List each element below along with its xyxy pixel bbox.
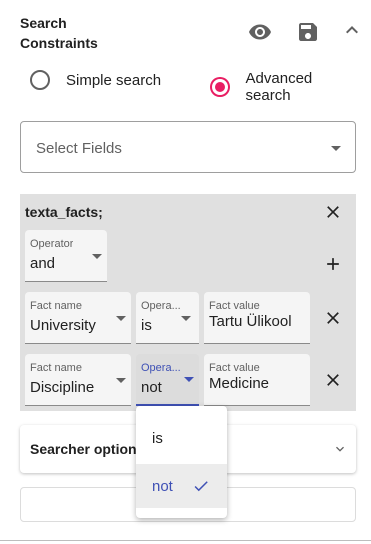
remove-fact-close-icon[interactable] [321, 306, 345, 330]
dropdown-arrow-icon [184, 377, 194, 382]
fact-value-text[interactable]: Tartu Ülikool [209, 313, 292, 330]
menu-option-is[interactable]: is [136, 416, 227, 460]
fact-operator-label: Opera... [141, 300, 181, 312]
operator-label: Operator [30, 238, 74, 250]
searcher-options-title: Searcher options [30, 441, 145, 457]
remove-fact-close-icon[interactable] [321, 368, 345, 392]
fact-value-label: Fact value [209, 362, 260, 374]
panel-title-line2: Constraints [20, 35, 98, 51]
facts-title: texta_facts; [25, 204, 103, 220]
dropdown-arrow-icon [181, 316, 191, 321]
texta-facts-panel: texta_facts; Operator and Fact name Univ… [20, 194, 356, 411]
eye-icon[interactable] [248, 20, 272, 44]
panel-title-line1: Search [20, 15, 67, 31]
dropdown-arrow-icon [116, 316, 126, 321]
remove-facts-close-icon[interactable] [321, 200, 345, 224]
divider [0, 540, 371, 541]
add-fact-plus-icon[interactable] [321, 252, 345, 276]
fact-value-label: Fact value [209, 300, 260, 312]
fact-operator-value: not [141, 379, 162, 396]
fact-name-value: University [30, 317, 96, 334]
operator-select[interactable]: Operator and [25, 230, 107, 282]
fact-value-input-2[interactable]: Fact value Medicine [204, 354, 310, 406]
fact-operator-value: is [141, 317, 152, 334]
dropdown-arrow-icon [331, 146, 341, 151]
chevron-up-icon[interactable] [340, 18, 364, 42]
panel-title: Search Constraints [20, 13, 98, 53]
select-fields-placeholder: Select Fields [36, 140, 122, 157]
fact-value-input-1[interactable]: Fact value Tartu Ülikool [204, 292, 310, 344]
fact-operator-select-2[interactable]: Opera... not [136, 354, 199, 406]
save-icon[interactable] [296, 20, 320, 44]
search-constraints-header: Search Constraints [20, 12, 360, 56]
operator-value: and [30, 255, 56, 272]
operator-dropdown-menu: is not [136, 406, 227, 518]
menu-option-label: is [152, 430, 163, 447]
advanced-search-radio[interactable]: Advanced search [210, 70, 358, 104]
simple-search-label[interactable]: Simple search [66, 72, 161, 89]
fact-name-select-2[interactable]: Fact name Discipline [25, 354, 131, 406]
menu-option-not[interactable]: not [136, 464, 227, 508]
fact-operator-select-1[interactable]: Opera... is [136, 292, 199, 344]
chevron-down-icon [332, 441, 348, 462]
dropdown-arrow-icon [92, 254, 102, 259]
fact-name-value: Discipline [30, 379, 95, 396]
simple-search-radio[interactable]: Simple search [30, 70, 161, 90]
fact-name-label: Fact name [30, 300, 82, 312]
radio-circle-checked[interactable] [210, 77, 230, 97]
search-mode-radio-group: Simple search Advanced search [28, 70, 358, 104]
menu-option-label: not [152, 478, 173, 495]
fact-operator-label: Opera... [141, 362, 181, 374]
fact-name-label: Fact name [30, 362, 82, 374]
checkmark-icon [192, 477, 210, 500]
select-fields-dropdown[interactable]: Select Fields [20, 121, 356, 173]
fact-name-select-1[interactable]: Fact name University [25, 292, 131, 344]
fact-value-text[interactable]: Medicine [209, 375, 269, 392]
advanced-search-label[interactable]: Advanced search [246, 70, 358, 104]
radio-circle[interactable] [30, 70, 50, 90]
dropdown-arrow-icon [116, 378, 126, 383]
